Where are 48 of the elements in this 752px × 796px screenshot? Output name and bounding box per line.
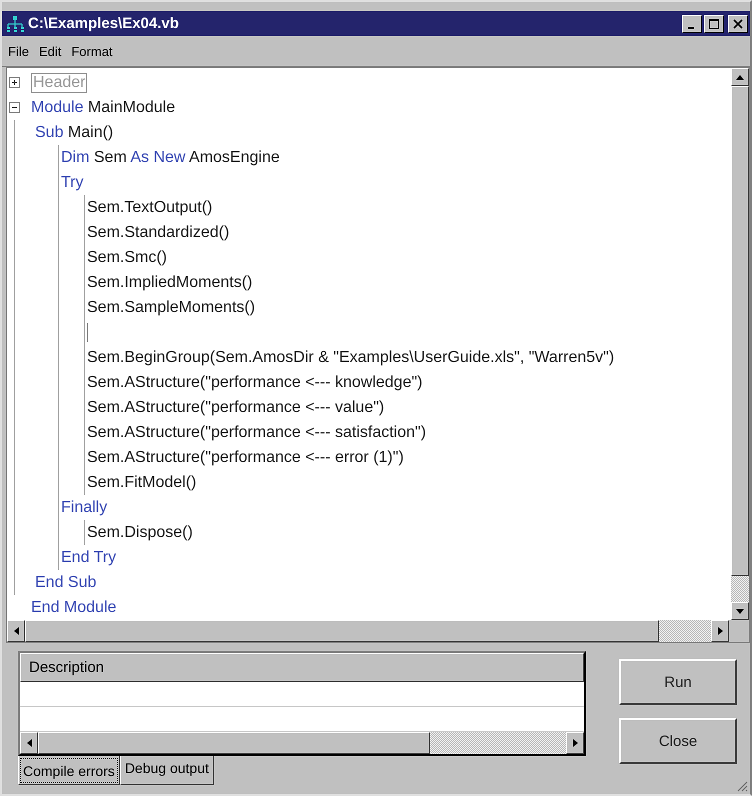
- code-line: Sem.AStructure("performance <--- satisfaction"): [87, 424, 426, 442]
- resize-grip-icon[interactable]: [736, 780, 748, 792]
- network-icon: [6, 14, 24, 32]
- code-line: Sem.Dispose(): [87, 524, 193, 542]
- menu-item[interactable]: Format: [71, 44, 113, 58]
- right-arrow-icon: [718, 627, 722, 635]
- code-line: Module MainModule: [31, 98, 176, 116]
- code-line: Sem.ImpliedMoments(): [87, 274, 252, 292]
- code-line: Sem.BeginGroup(Sem.AmosDir & "Examples\UserGuide.xls", "Warren5v"): [87, 348, 614, 366]
- right-arrow-icon: [572, 739, 578, 747]
- tab[interactable]: Debug output: [120, 756, 214, 785]
- left-arrow-icon: [14, 627, 18, 635]
- window-title: C:\Examples\Ex04.vb: [28, 15, 180, 32]
- column-header[interactable]: Description: [20, 653, 584, 682]
- expand-box-icon[interactable]: [9, 77, 20, 88]
- code-line: Sem.AStructure("performance <--- error (1)"): [87, 448, 404, 466]
- code-line: Finally: [61, 498, 108, 516]
- tab[interactable]: Compile errors: [18, 756, 120, 785]
- code-line: Try: [61, 174, 84, 192]
- code-line: Sem.TextOutput(): [87, 198, 212, 216]
- code-line: End Try: [61, 548, 116, 566]
- collapse-box-icon[interactable]: [9, 102, 20, 113]
- action-button[interactable]: Run: [619, 659, 737, 705]
- maximize-icon: [709, 18, 719, 28]
- close-button[interactable]: [728, 14, 748, 32]
- code-line: Dim Sem As New AmosEngine: [61, 148, 280, 166]
- minimize-icon: [688, 26, 694, 28]
- horizontal-scrollbar[interactable]: [20, 732, 584, 754]
- scroll-thumb[interactable]: [38, 732, 430, 754]
- code-line: End Module: [31, 598, 116, 616]
- close-icon: [733, 18, 743, 28]
- scrollbar-corner: [729, 620, 749, 642]
- code-line: Sem.FitModel(): [87, 474, 196, 492]
- code-line: End Sub: [35, 574, 96, 592]
- menu-item[interactable]: Edit: [38, 44, 62, 58]
- minimize-button[interactable]: [682, 14, 702, 32]
- down-arrow-icon: [736, 608, 744, 614]
- maximize-button[interactable]: [704, 14, 724, 32]
- code-line: Sub Main(): [35, 124, 114, 142]
- code-line: Sem.AStructure("performance <--- knowledge"): [87, 374, 422, 392]
- menu-item[interactable]: File: [8, 44, 29, 58]
- code-line: Sem.Smc(): [87, 248, 167, 266]
- code-line: Sem.AStructure("performance <--- value"): [87, 398, 384, 416]
- left-arrow-icon: [26, 739, 32, 747]
- code-line: Sem.Standardized(): [87, 224, 230, 242]
- up-arrow-icon: [736, 74, 744, 80]
- action-button[interactable]: Close: [619, 718, 737, 764]
- code-line: Sem.SampleMoments(): [87, 298, 256, 316]
